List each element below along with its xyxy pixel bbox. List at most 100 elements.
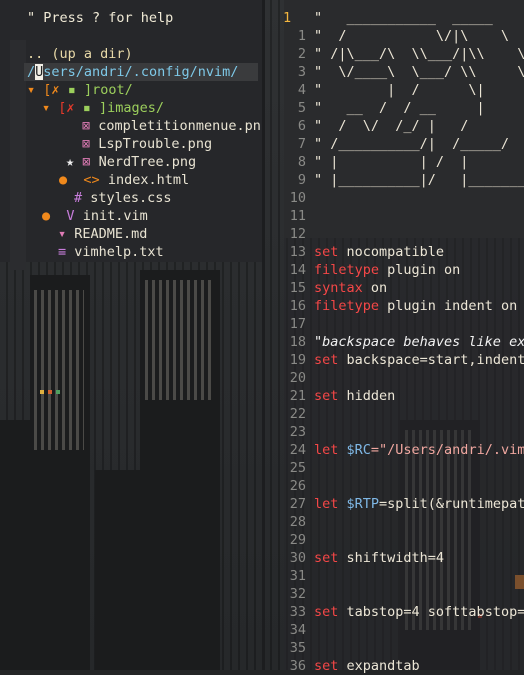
tree-item-readme[interactable]: ▾ README.md (58, 225, 147, 243)
code-line[interactable]: set hidden (314, 387, 395, 405)
code-line[interactable]: "backspace behaves like exp (314, 333, 524, 351)
line-number: 31 (289, 568, 306, 584)
code-line[interactable]: " | | / | | (314, 153, 524, 171)
line-number: 27 (289, 496, 306, 512)
tree-item-label: vimhelp.txt (74, 244, 164, 260)
folder-icon: ▪ (67, 82, 76, 98)
code-line[interactable]: " \/____\ \___/ \\ \ (314, 63, 524, 81)
git-modified-flag: [✗ (58, 100, 75, 116)
tree-item-label: completitionmenue.pn (98, 118, 261, 134)
file-tree-pane[interactable]: " Press ? for help .. (up a dir) /Users/… (0, 0, 262, 670)
code-text: " / \/|\ \ (314, 28, 510, 44)
line-number: 4 (297, 82, 306, 98)
code-line[interactable]: let $RC="/Users/andri/.vim (314, 441, 524, 459)
code-line[interactable]: set shiftwidth=4 (314, 549, 444, 567)
tree-item-root[interactable]: ▾ [✗ ▪ ]root/ (27, 81, 133, 99)
code-text: " ___________ _____ (314, 10, 493, 26)
tree-item-init-vim[interactable]: ● V init.vim (42, 207, 148, 225)
tree-item-index-html[interactable]: ● <> index.html (59, 171, 189, 189)
line-number: 29 (289, 532, 306, 548)
line-number: 18 (289, 334, 306, 350)
window-split-border[interactable] (262, 0, 265, 670)
line-number: 36 (289, 658, 306, 674)
code-text: " \/____\ \___/ \\ \ (314, 64, 524, 80)
tree-item-lsptrouble[interactable]: ⊠ LspTrouble.png (82, 135, 212, 153)
folder-icon: ▪ (82, 100, 91, 116)
line-number: 15 (289, 280, 306, 296)
code-text: " /__________/| /_____/ (314, 136, 510, 152)
tree-item-label: LspTrouble.png (98, 136, 213, 152)
code-keyword: syntax (314, 280, 363, 296)
html-file-icon: <> (83, 172, 100, 188)
tree-item-label: init.vim (82, 208, 148, 224)
code-line[interactable]: set nocompatible (314, 243, 444, 261)
tree-item-label: index.html (107, 172, 190, 188)
code-keyword: filetype (314, 262, 380, 278)
line-number: 23 (289, 424, 306, 440)
code-text: =split(&runtimepath (379, 496, 524, 512)
line-number: 12 (289, 226, 306, 242)
code-text: tabstop=4 softtabstop=4 (338, 604, 524, 620)
line-number: 11 (289, 208, 306, 224)
tree-item-label: README.md (74, 226, 148, 242)
line-number: 28 (289, 514, 306, 530)
line-number: 26 (289, 478, 306, 494)
code-text: backspace=start,indent (338, 352, 524, 368)
line-number: 13 (289, 244, 306, 260)
image-file-icon: ⊠ (82, 154, 91, 170)
code-line[interactable]: " ___________ _____ (314, 9, 493, 27)
code-keyword: let (314, 442, 339, 458)
tree-item-label: styles.css (90, 190, 172, 206)
code-line[interactable]: set tabstop=4 softtabstop=4 (314, 603, 524, 621)
line-number: 9 (297, 172, 306, 188)
line-number: 22 (289, 406, 306, 422)
line-number: 30 (289, 550, 306, 566)
code-line[interactable]: let $RTP=split(&runtimepath (314, 495, 524, 513)
code-keyword: set (314, 604, 339, 620)
code-line[interactable]: " / \/ /_/ | / (314, 117, 468, 135)
code-line[interactable]: " / \/|\ \ (314, 27, 509, 45)
code-line[interactable]: filetype plugin on (314, 261, 460, 279)
vim-file-icon: V (66, 208, 75, 224)
line-number: 34 (289, 622, 306, 638)
line-number: 10 (289, 190, 306, 206)
modified-dot-icon: ● (59, 172, 68, 188)
code-text: " | | / | | (314, 154, 524, 170)
code-text: " |__________|/ |_______/ (314, 172, 524, 188)
code-line[interactable]: " __ / / __ | (314, 99, 485, 117)
current-line-number: 1 (283, 10, 292, 26)
git-modified-flag: [✗ (43, 82, 60, 98)
code-text: " | / \| (314, 82, 485, 98)
code-line[interactable]: syntax on (314, 279, 387, 297)
tree-item-completitionmenue[interactable]: ⊠ completitionmenue.pn (82, 117, 261, 135)
editor-pane[interactable]: 1 " ___________ _____ 1 " / \/|\ \ 2 " /|\___… (265, 0, 524, 674)
tree-item-vimhelp[interactable]: ≡ vimhelp.txt (58, 243, 164, 261)
chevron-down-icon: ▾ (27, 82, 36, 98)
code-text: on (362, 280, 388, 296)
line-number: 5 (297, 100, 306, 116)
code-line[interactable]: " |__________|/ |_______/ (314, 171, 524, 189)
code-line[interactable]: " /|\___/\ \\___/|\\ \ (314, 45, 524, 63)
code-line[interactable]: set backspace=start,indent (314, 351, 524, 369)
current-path[interactable]: /Users/andri/.config/nvim/ (27, 63, 238, 81)
line-number: 8 (297, 154, 306, 170)
code-keyword: set (314, 658, 339, 674)
code-variable: $RTP (338, 496, 380, 512)
modified-dot-icon: ● (42, 208, 51, 224)
image-file-icon: ⊠ (82, 118, 91, 134)
tree-item-images[interactable]: ▾ [✗ ▪ ]images/ (42, 99, 164, 117)
code-line[interactable]: " | / \| (314, 81, 485, 99)
tree-item-styles-css[interactable]: # styles.css (74, 189, 172, 207)
code-line[interactable]: filetype plugin indent on (314, 297, 517, 315)
line-number: 7 (297, 136, 306, 152)
code-line[interactable]: " /__________/| /_____/ (314, 135, 509, 153)
tree-item-nerdtree[interactable]: ★ ⊠ NerdTree.png (66, 153, 196, 171)
code-line[interactable]: set expandtab (314, 657, 420, 675)
tree-item-label: ]root/ (83, 82, 133, 98)
line-number: 6 (297, 118, 306, 134)
up-dir-link[interactable]: .. (up a dir) (27, 45, 133, 63)
line-number: 35 (289, 640, 306, 656)
code-string: ="/Users/andri/.vim (370, 442, 524, 458)
line-number: 2 (297, 46, 306, 62)
line-number: 33 (289, 604, 306, 620)
